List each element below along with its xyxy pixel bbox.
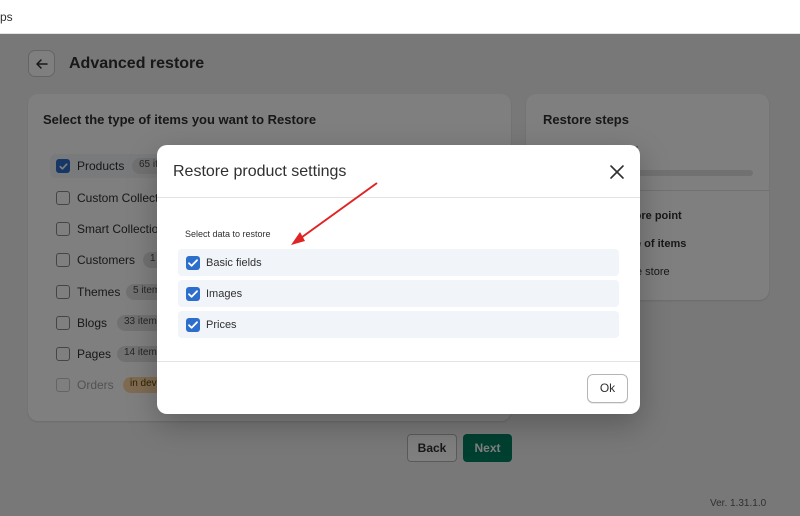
- option-basic-fields[interactable]: Basic fields: [178, 249, 619, 276]
- close-icon: [610, 165, 624, 179]
- checkmark-icon: [188, 290, 198, 298]
- section-label: Select data to restore: [185, 229, 271, 239]
- apps-label[interactable]: ps: [0, 10, 13, 24]
- option-prices[interactable]: Prices: [178, 311, 619, 338]
- restore-settings-modal: Restore product settings Select data to …: [157, 145, 640, 414]
- modal-header: Restore product settings: [157, 145, 640, 198]
- browser-topbar: ps: [0, 0, 800, 34]
- option-label: Images: [206, 288, 243, 300]
- checkbox[interactable]: [186, 287, 200, 301]
- checkmark-icon: [188, 259, 198, 267]
- option-label: Basic fields: [206, 257, 262, 269]
- option-images[interactable]: Images: [178, 280, 619, 307]
- close-button[interactable]: [607, 162, 627, 182]
- modal-title: Restore product settings: [173, 163, 347, 180]
- checkmark-icon: [188, 321, 198, 329]
- checkbox[interactable]: [186, 318, 200, 332]
- ok-button[interactable]: Ok: [587, 374, 628, 403]
- modal-footer: Ok: [157, 361, 640, 414]
- modal-body: Select data to restore Basic fields Imag…: [157, 199, 640, 361]
- checkbox[interactable]: [186, 256, 200, 270]
- option-label: Prices: [206, 319, 237, 331]
